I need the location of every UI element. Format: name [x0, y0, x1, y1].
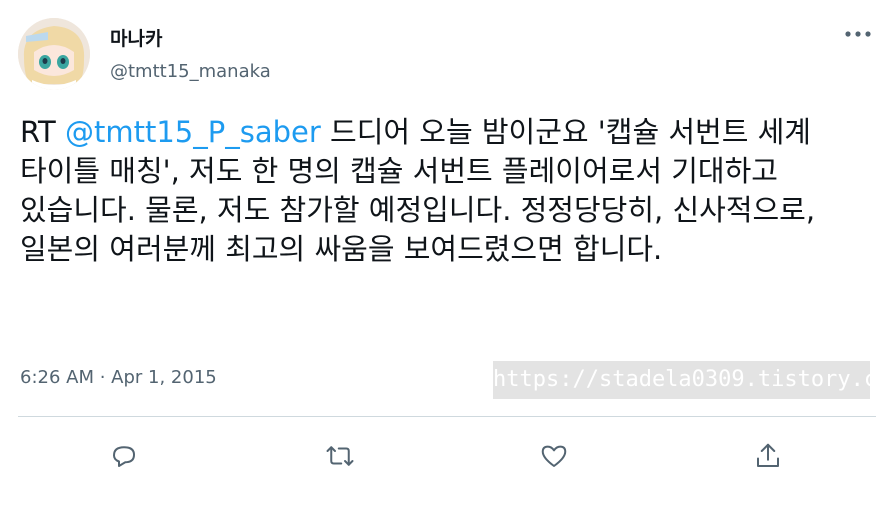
share-button[interactable]: [750, 438, 786, 474]
user-handle[interactable]: @tmtt15_manaka: [110, 61, 271, 82]
retweet-button[interactable]: [322, 438, 358, 474]
more-dots-icon[interactable]: [844, 30, 872, 38]
like-icon: [541, 445, 567, 467]
anime-avatar-icon: [18, 18, 90, 90]
divider: [18, 416, 876, 417]
retweet-icon: [326, 446, 354, 466]
mention-link[interactable]: @tmtt15_P_saber: [65, 115, 321, 149]
tweet-prefix: RT: [20, 115, 65, 149]
display-name[interactable]: 마나카: [110, 24, 162, 51]
reply-icon: [113, 446, 135, 467]
tweet-timestamp[interactable]: 6:26 AM · Apr 1, 2015: [20, 367, 217, 388]
tweet-text: RT @tmtt15_P_saber 드디어 오늘 밤이군요 '캡슐 서번트 세…: [20, 113, 876, 269]
action-bar: [0, 432, 894, 478]
watermark: https://stadela0309.tistory.com: [493, 361, 894, 399]
share-icon: [757, 443, 779, 467]
reply-button[interactable]: [106, 438, 142, 474]
avatar[interactable]: [18, 18, 90, 90]
like-button[interactable]: [536, 438, 572, 474]
